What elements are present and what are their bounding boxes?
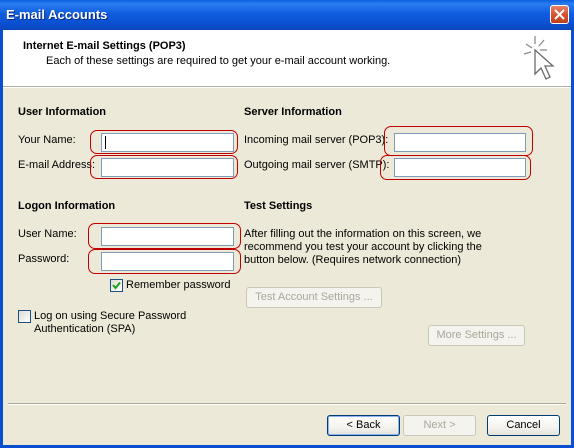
header-subtitle: Each of these settings are required to g… — [46, 55, 391, 67]
user-info-heading: User Information — [18, 106, 107, 118]
server-info-heading: Server Information — [244, 106, 342, 118]
password-label: Password: — [18, 253, 70, 265]
your-name-input[interactable] — [101, 133, 234, 152]
window-title: E-mail Accounts — [6, 7, 108, 22]
spa-label-line1: Log on using Secure Password — [34, 310, 187, 322]
password-input[interactable] — [101, 252, 234, 271]
text-caret — [105, 136, 106, 149]
test-settings-text-line1: After filling out the information on thi… — [244, 228, 482, 240]
spa-label-line2: Authentication (SPA) — [34, 323, 136, 335]
close-icon — [554, 9, 565, 20]
remember-password-checkbox[interactable] — [110, 279, 123, 292]
outgoing-server-label: Outgoing mail server (SMTP): — [244, 159, 390, 171]
test-settings-text-line3: button below. (Requires network connecti… — [244, 254, 462, 266]
back-button[interactable]: < Back — [327, 415, 400, 436]
test-settings-text-line2: recommend you test your account by click… — [244, 241, 482, 253]
test-account-settings-button[interactable]: Test Account Settings ... — [246, 287, 382, 308]
close-button[interactable] — [550, 5, 569, 24]
window-frame-left — [0, 30, 3, 448]
email-address-input[interactable] — [101, 158, 234, 177]
email-accounts-dialog: E-mail Accounts Internet E-mail Settings… — [0, 0, 574, 448]
more-settings-button[interactable]: More Settings ... — [428, 325, 525, 346]
outgoing-server-input[interactable] — [394, 158, 526, 177]
checkmark-icon — [112, 281, 121, 290]
incoming-server-label: Incoming mail server (POP3): — [244, 134, 389, 146]
header-separator — [3, 87, 571, 88]
email-address-label: E-mail Address: — [18, 159, 96, 171]
your-name-label: Your Name: — [18, 134, 76, 146]
spa-checkbox[interactable] — [18, 310, 31, 323]
wizard-header: Internet E-mail Settings (POP3) Each of … — [3, 30, 571, 87]
header-title: Internet E-mail Settings (POP3) — [23, 40, 186, 52]
user-name-input[interactable] — [101, 227, 234, 246]
cursor-sparkle-icon — [523, 36, 555, 80]
incoming-server-input[interactable] — [394, 133, 526, 152]
test-settings-heading: Test Settings — [244, 200, 313, 212]
logon-info-heading: Logon Information — [18, 200, 116, 212]
remember-password-label: Remember password — [126, 279, 231, 291]
user-name-label: User Name: — [18, 228, 77, 240]
title-bar[interactable]: E-mail Accounts — [0, 0, 574, 30]
next-button[interactable]: Next > — [403, 415, 476, 436]
footer-separator — [8, 403, 566, 405]
cancel-button[interactable]: Cancel — [487, 415, 560, 436]
